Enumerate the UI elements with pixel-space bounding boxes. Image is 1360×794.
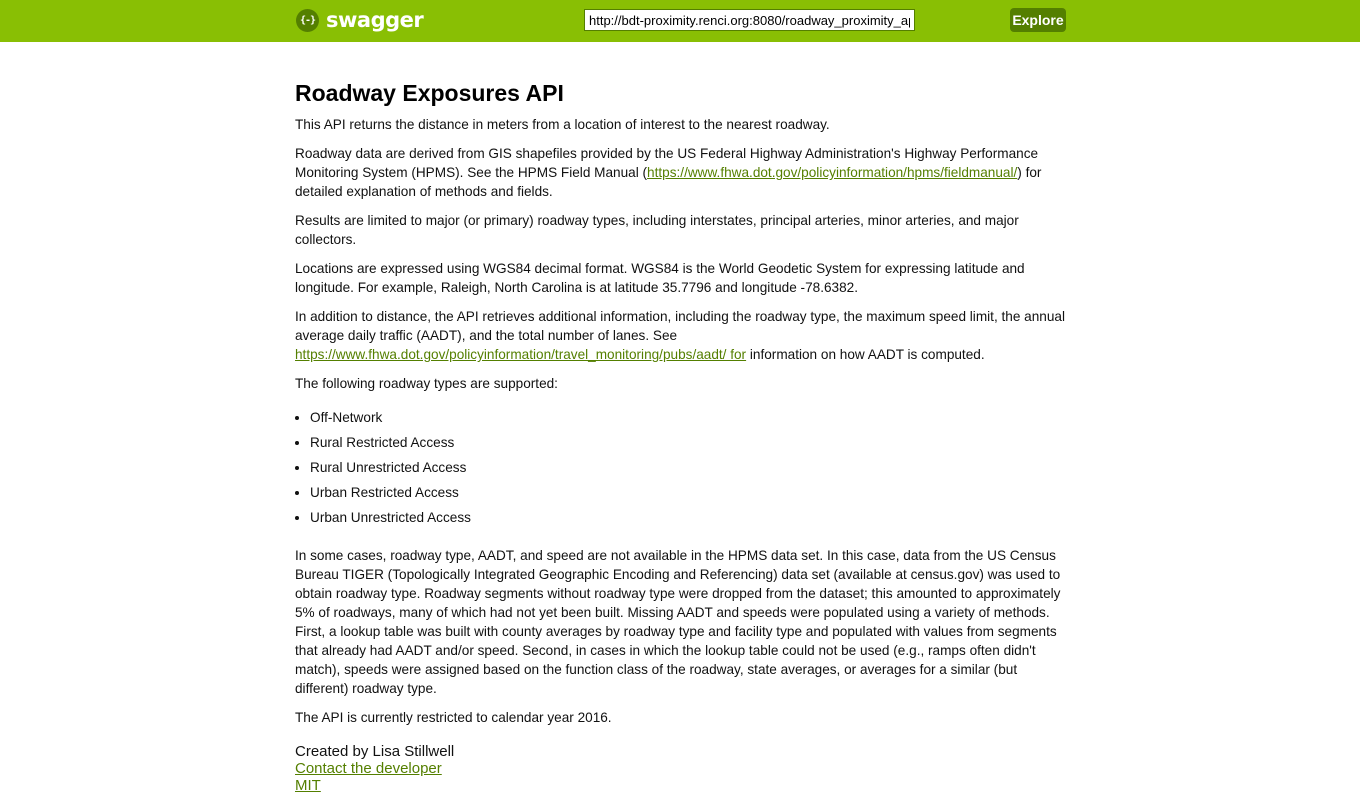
description-missing-data: In some cases, roadway type, AADT, and s… <box>295 548 1061 696</box>
top-bar: {-} swagger Explore <box>0 0 1360 42</box>
swagger-logo-text: swagger <box>326 8 424 32</box>
created-by: Created by Lisa Stillwell <box>295 743 455 760</box>
list-item: Rural Unrestricted Access <box>310 458 1070 483</box>
swagger-logo-link[interactable]: {-} swagger <box>296 6 424 34</box>
description-aadt: In addition to distance, the API retriev… <box>295 309 1065 362</box>
aadt-info-link[interactable]: https://www.fhwa.dot.gov/policyinformati… <box>295 347 746 362</box>
list-item: Off-Network <box>310 408 1070 433</box>
list-item: Rural Restricted Access <box>310 433 1070 458</box>
license-link[interactable]: MIT <box>295 777 1070 794</box>
description-intro: This API returns the distance in meters … <box>295 117 830 132</box>
page-title: Roadway Exposures API <box>295 80 564 106</box>
roadway-types-intro: The following roadway types are supporte… <box>295 376 558 391</box>
list-item: Urban Unrestricted Access <box>310 508 1070 533</box>
explore-button[interactable]: Explore <box>1010 8 1066 32</box>
roadway-types-list: Off-Network Rural Restricted Access Rura… <box>295 408 1070 533</box>
hpms-field-manual-link[interactable]: https://www.fhwa.dot.gov/policyinformati… <box>647 165 1017 180</box>
spec-url-input[interactable] <box>584 9 915 31</box>
description-year-restriction: The API is currently restricted to calen… <box>295 710 612 725</box>
description-roadway-limits: Results are limited to major (or primary… <box>295 213 1019 247</box>
description-hpms: Roadway data are derived from GIS shapef… <box>295 146 1042 199</box>
list-item: Urban Restricted Access <box>310 483 1070 508</box>
swagger-logo-icon: {-} <box>296 8 319 32</box>
description-wgs84: Locations are expressed using WGS84 deci… <box>295 261 1025 295</box>
api-info: Roadway Exposures API This API returns t… <box>295 78 1070 794</box>
